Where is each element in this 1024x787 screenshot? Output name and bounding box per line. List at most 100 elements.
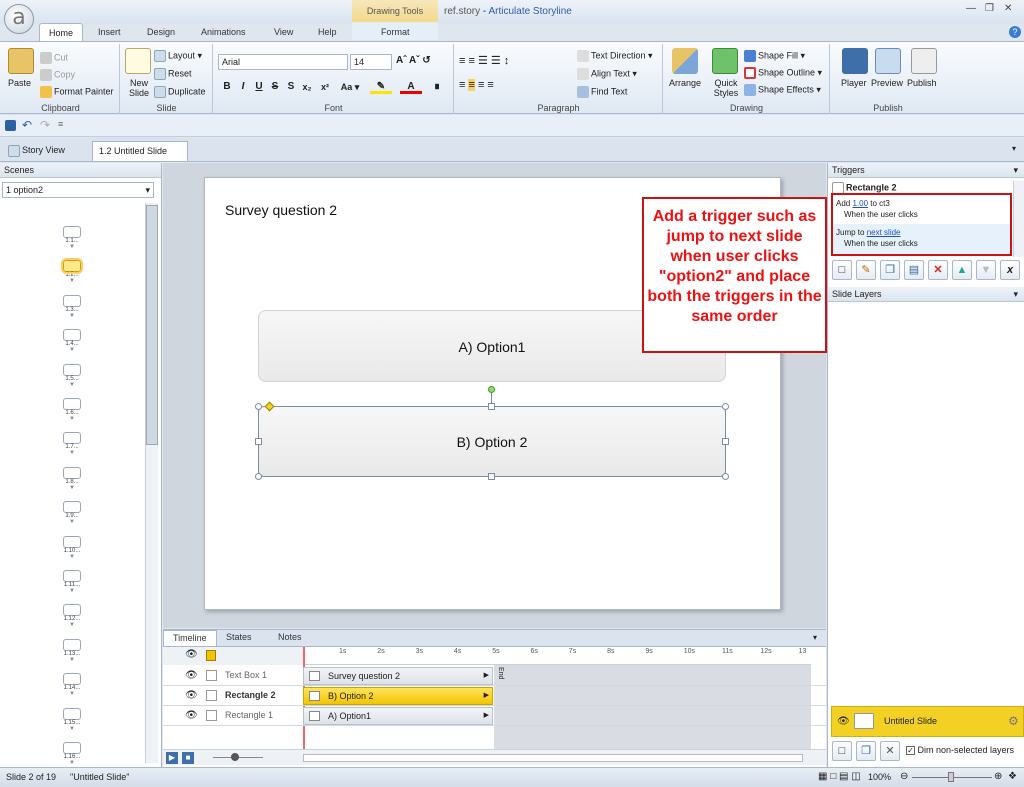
new-slide-button[interactable]: New Slide: [125, 78, 153, 98]
visibility-eye-icon[interactable]: 👁: [185, 710, 198, 721]
slide-thumbnail[interactable]: 1.1... ▼: [62, 226, 82, 250]
delete-trigger-icon[interactable]: ✕: [928, 260, 948, 280]
slide-thumbnail[interactable]: 1.16... ▼: [62, 742, 82, 766]
grow-font-button[interactable]: Aˆ Aˇ ↺: [396, 55, 431, 66]
close-button[interactable]: ✕: [1004, 3, 1012, 14]
layout-button[interactable]: Layout ▾: [154, 50, 202, 62]
shape-effects-button[interactable]: Shape Effects ▾: [744, 84, 821, 96]
bar-expand-icon[interactable]: ▶: [484, 688, 489, 704]
fit-window-icon[interactable]: ❖: [1008, 771, 1017, 782]
resize-handle-w[interactable]: [255, 438, 262, 445]
new-layer-icon[interactable]: □: [832, 741, 852, 761]
slide-thumbnail[interactable]: 1.5... ▼: [62, 363, 82, 388]
paste-button[interactable]: Paste: [8, 78, 31, 88]
timeline-row[interactable]: 👁 Rectangle 2 B) Option 2 ▶: [163, 686, 826, 706]
slide-thumbnail[interactable]: 1.8... ▼: [62, 466, 82, 491]
tab-insert[interactable]: Insert: [98, 27, 121, 37]
new-trigger-icon[interactable]: □: [832, 260, 852, 280]
list-buttons[interactable]: ≡ ≡ ☰ ☰ ↕: [459, 54, 509, 67]
save-icon[interactable]: [5, 120, 16, 131]
stop-button[interactable]: ■: [182, 752, 194, 764]
bar-expand-icon[interactable]: ▶: [484, 708, 489, 724]
timeline-object-name[interactable]: Rectangle 2: [225, 686, 276, 705]
resize-handle-se[interactable]: [722, 473, 729, 480]
zoom-slider-thumb[interactable]: [231, 753, 239, 761]
tab-notes[interactable]: Notes: [269, 630, 311, 646]
slide-thumbnail[interactable]: 1.2... ▼: [61, 258, 83, 284]
timeline-object-bar[interactable]: B) Option 2 ▶: [303, 687, 493, 705]
slide-title-text[interactable]: Survey question 2: [225, 202, 337, 218]
slide-thumbnail[interactable]: 1.6... ▼: [62, 398, 82, 422]
italic-button[interactable]: I: [236, 80, 250, 94]
slide-thumbnail[interactable]: 1.3... ▼: [62, 294, 82, 319]
scenes-scrollbar[interactable]: [145, 203, 158, 763]
timeline-hscrollbar[interactable]: [303, 754, 803, 762]
slide-thumbnail[interactable]: 1.10... ▼: [62, 535, 82, 560]
tab-untitled-slide[interactable]: 1.2 Untitled Slide ✕: [92, 141, 188, 175]
shadow-button[interactable]: S: [284, 80, 298, 94]
move-down-icon[interactable]: ▼: [976, 260, 996, 280]
trigger-2[interactable]: Jump to next slide: [836, 228, 901, 237]
lock-checkbox[interactable]: [206, 670, 217, 681]
zoom-thumb[interactable]: [948, 772, 954, 782]
slide-thumbnail[interactable]: 1.7... ▼: [62, 432, 82, 456]
subscript-button[interactable]: x₂: [300, 80, 314, 94]
slide-thumbnail[interactable]: 1.12... ▼: [62, 604, 82, 628]
duplicate-layer-icon[interactable]: ❐: [856, 741, 876, 761]
time-ruler[interactable]: 1s 2s 3s 4s 5s 6s 7s 8s 9s 10s 11s 12s 13: [303, 647, 811, 665]
slide-thumbnail[interactable]: 1.14... ▼: [62, 673, 82, 697]
zoom-in-icon[interactable]: ⊕: [994, 771, 1002, 782]
layer-settings-icon[interactable]: ⚙: [1008, 714, 1019, 728]
help-icon[interactable]: ?: [1009, 26, 1021, 38]
find-text-button[interactable]: Find Text: [577, 86, 627, 98]
scene-select[interactable]: 1 option2 ▾: [2, 182, 154, 198]
superscript-button[interactable]: x²: [318, 80, 332, 94]
preview-button[interactable]: Preview: [871, 78, 903, 88]
option2-button[interactable]: B) Option 2: [258, 406, 726, 477]
highlight-button[interactable]: ✎: [370, 80, 392, 94]
zoom-level[interactable]: 100%: [868, 772, 891, 782]
font-size-select[interactable]: 14: [350, 54, 392, 70]
tab-view[interactable]: View: [274, 27, 293, 37]
font-family-select[interactable]: Arial: [218, 54, 348, 70]
timeline-object-bar[interactable]: A) Option1 ▶: [303, 707, 493, 725]
lock-icon[interactable]: [206, 650, 216, 661]
duplicate-button[interactable]: Duplicate: [154, 86, 206, 98]
slide-thumbnail[interactable]: 1.15... ▼: [62, 707, 82, 732]
trigger-2-condition[interactable]: When the user clicks: [844, 239, 918, 248]
resize-handle-e[interactable]: [722, 438, 729, 445]
paste-trigger-icon[interactable]: ▤: [904, 260, 924, 280]
tab-animations[interactable]: Animations: [201, 27, 246, 37]
tab-states[interactable]: States: [217, 630, 261, 646]
resize-handle-sw[interactable]: [255, 473, 262, 480]
tabs-dropdown-icon[interactable]: ▾: [1012, 144, 1016, 153]
view-buttons[interactable]: ▦ □ ▤ ◫: [818, 771, 861, 782]
copy-button[interactable]: Copy: [40, 69, 75, 81]
timeline-object-name[interactable]: Rectangle 1: [225, 706, 273, 725]
tab-help[interactable]: Help: [318, 27, 337, 37]
show-all-eye-icon[interactable]: 👁: [185, 649, 198, 660]
tab-story-view[interactable]: Story View: [2, 141, 71, 161]
dim-layers-checkbox[interactable]: ✓ Dim non-selected layers: [906, 745, 1014, 756]
base-layer-row[interactable]: 👁 Untitled Slide ⚙: [831, 706, 1024, 737]
reset-button[interactable]: Reset: [154, 68, 192, 80]
visibility-eye-icon[interactable]: 👁: [185, 690, 198, 701]
shape-fill-button[interactable]: Shape Fill ▾: [744, 50, 805, 62]
resize-handle-ne[interactable]: [722, 403, 729, 410]
play-button[interactable]: ▶: [166, 752, 178, 764]
format-painter-button[interactable]: Format Painter: [40, 86, 114, 98]
app-menu-button[interactable]: a: [4, 4, 34, 34]
timeline-row[interactable]: 👁 Text Box 1 Survey question 2 ▶: [163, 666, 826, 686]
triggers-scrollbar[interactable]: [1013, 181, 1024, 257]
resize-handle-s[interactable]: [488, 473, 495, 480]
slide-thumbnail[interactable]: 1.11... ▼: [62, 570, 82, 594]
player-button[interactable]: Player: [841, 78, 867, 88]
edit-trigger-icon[interactable]: ✎: [856, 260, 876, 280]
move-up-icon[interactable]: ▲: [952, 260, 972, 280]
cut-button[interactable]: Cut: [40, 52, 68, 64]
arrange-button[interactable]: Arrange: [669, 78, 701, 88]
redo-icon[interactable]: ↷: [40, 118, 50, 132]
timeline-object-bar[interactable]: Survey question 2 ▶: [303, 667, 493, 685]
timeline-row[interactable]: 👁 Rectangle 1 A) Option1 ▶: [163, 706, 826, 726]
slide-thumbnail[interactable]: 1.13... ▼: [62, 638, 82, 663]
